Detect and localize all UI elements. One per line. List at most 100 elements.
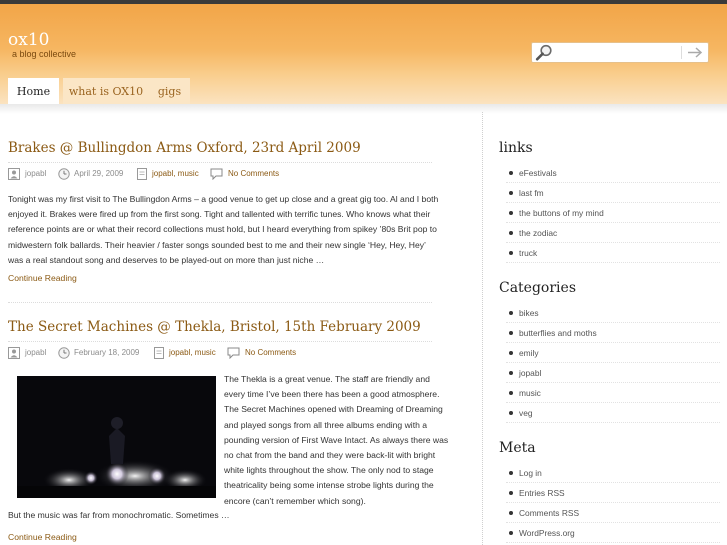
sidebar-category[interactable]: emily bbox=[506, 343, 720, 363]
sidebar-meta-link[interactable]: Entries RSS bbox=[506, 483, 720, 503]
sidebar-meta-label[interactable]: WordPress.org bbox=[519, 528, 575, 538]
sidebar-heading-links: links bbox=[499, 140, 533, 156]
post-excerpt-line: midwestern folk ballards. Their heavier … bbox=[8, 239, 426, 250]
post-meta: jopabl April 29, 2009 jopabl, music No C… bbox=[8, 168, 438, 180]
sidebar-link[interactable]: truck bbox=[506, 243, 720, 263]
post-excerpt-line: no chat from the band and they were back… bbox=[224, 450, 436, 461]
sidebar-category-label[interactable]: jopabl bbox=[519, 368, 541, 378]
tab-what-is-ox10[interactable]: what is OX10 bbox=[63, 78, 149, 106]
bullet-icon bbox=[509, 191, 513, 195]
sidebar-category[interactable]: jopabl bbox=[506, 363, 720, 383]
bullet-icon bbox=[509, 411, 513, 415]
post-excerpt-line: enjoyed it. Brakes were fired up from th… bbox=[8, 209, 431, 220]
post-excerpt-line: every time I’ve been there has been a go… bbox=[224, 389, 440, 400]
bullet-icon bbox=[509, 471, 513, 475]
post-title[interactable]: The Secret Machines @ Thekla, Bristol, 1… bbox=[8, 319, 421, 335]
post-separator bbox=[8, 302, 432, 303]
sidebar-heading-categories: Categories bbox=[499, 280, 576, 296]
continue-reading-link[interactable]: Continue Reading bbox=[8, 532, 77, 542]
site-tagline: a blog collective bbox=[12, 49, 77, 59]
folder-icon bbox=[137, 168, 147, 180]
post-excerpt-line: reference points are or what their recor… bbox=[8, 224, 437, 235]
comment-icon bbox=[210, 168, 223, 180]
sidebar-category-label[interactable]: butterflies and moths bbox=[519, 328, 597, 338]
tab-gigs[interactable]: gigs bbox=[149, 78, 190, 106]
sidebar-meta-label[interactable]: Comments RSS bbox=[519, 508, 579, 518]
bullet-icon bbox=[509, 491, 513, 495]
post-meta: jopabl February 18, 2009 jopabl, music N… bbox=[8, 347, 438, 359]
post-date: April 29, 2009 bbox=[74, 169, 124, 178]
bullet-icon bbox=[509, 251, 513, 255]
post-photo[interactable] bbox=[17, 376, 216, 498]
post-excerpt-line: The Secret Machines opened with Dreaming… bbox=[224, 404, 443, 415]
sidebar-meta-label[interactable]: Entries RSS bbox=[519, 488, 565, 498]
search-icon bbox=[535, 44, 552, 61]
arrow-right-icon[interactable] bbox=[686, 46, 704, 59]
post-excerpt-line: white lights throughout the show. The on… bbox=[224, 465, 434, 476]
post-excerpt-line: The Thekla is a great venue. The staff a… bbox=[224, 374, 430, 384]
sidebar-link[interactable]: the buttons of my mind bbox=[506, 203, 720, 223]
bullet-icon bbox=[509, 391, 513, 395]
bullet-icon bbox=[509, 311, 513, 315]
sidebar-link[interactable]: the zodiac bbox=[506, 223, 720, 243]
post-excerpt-tail: But the music was far from monochromatic… bbox=[8, 510, 230, 520]
post-date: February 18, 2009 bbox=[74, 348, 140, 357]
bullet-icon bbox=[509, 231, 513, 235]
sidebar-category[interactable]: veg bbox=[506, 403, 720, 423]
author-icon bbox=[8, 168, 20, 180]
folder-icon bbox=[154, 347, 164, 359]
bullet-icon bbox=[509, 511, 513, 515]
sidebar-category[interactable]: music bbox=[506, 383, 720, 403]
sidebar-link-label[interactable]: eFestivals bbox=[519, 168, 557, 178]
sidebar-link-label[interactable]: last fm bbox=[519, 188, 544, 198]
post-excerpt-line: and played songs from all three albums e… bbox=[224, 419, 428, 430]
header-shadow bbox=[0, 104, 727, 114]
sidebar-category-label[interactable]: veg bbox=[519, 408, 533, 418]
sidebar-link[interactable]: eFestivals bbox=[506, 163, 720, 183]
continue-reading-link[interactable]: Continue Reading bbox=[8, 273, 77, 283]
bullet-icon bbox=[509, 331, 513, 335]
post-title-rule bbox=[8, 341, 432, 342]
bullet-icon bbox=[509, 371, 513, 375]
sidebar-link-label[interactable]: the zodiac bbox=[519, 228, 557, 238]
search-box bbox=[531, 42, 709, 63]
sidebar-meta-link[interactable]: Comments RSS bbox=[506, 503, 720, 523]
sidebar-meta-link[interactable]: Log in bbox=[506, 463, 720, 483]
column-divider bbox=[482, 112, 483, 545]
post-excerpt-line: pounding version of First Wave Intact. A… bbox=[224, 434, 449, 445]
sidebar-link-label[interactable]: truck bbox=[519, 248, 537, 258]
post-comments[interactable]: No Comments bbox=[245, 348, 296, 357]
sidebar-category-label[interactable]: music bbox=[519, 388, 541, 398]
post-categories[interactable]: jopabl, music bbox=[169, 348, 216, 357]
sidebar-category[interactable]: bikes bbox=[506, 303, 720, 323]
author-icon bbox=[8, 347, 20, 359]
post-author[interactable]: jopabl bbox=[25, 348, 46, 357]
sidebar-category-label[interactable]: emily bbox=[519, 348, 539, 358]
sidebar-category[interactable]: butterflies and moths bbox=[506, 323, 720, 343]
comment-icon bbox=[227, 347, 240, 359]
sidebar-link[interactable]: last fm bbox=[506, 183, 720, 203]
bullet-icon bbox=[509, 211, 513, 215]
site-header: ox10 a blog collective Home what is OX10… bbox=[0, 4, 727, 108]
post-excerpt-line: Tonight was my first visit to The Bullin… bbox=[8, 194, 439, 204]
sidebar-link-label[interactable]: the buttons of my mind bbox=[519, 208, 604, 218]
bullet-icon bbox=[509, 351, 513, 355]
post-excerpt-line: encore (can’t remember which song). bbox=[224, 495, 366, 506]
sidebar-heading-meta: Meta bbox=[499, 440, 536, 456]
search-divider bbox=[681, 46, 682, 59]
sidebar-meta-label[interactable]: Log in bbox=[519, 468, 542, 478]
sidebar-meta-link[interactable]: WordPress.org bbox=[506, 523, 720, 543]
post-comments[interactable]: No Comments bbox=[228, 169, 279, 178]
post-excerpt: Tonight was my first visit to The Bullin… bbox=[8, 192, 474, 268]
site-title[interactable]: ox10 bbox=[8, 30, 49, 50]
post-categories[interactable]: jopabl, music bbox=[152, 169, 199, 178]
post-title[interactable]: Brakes @ Bullingdon Arms Oxford, 23rd Ap… bbox=[8, 140, 361, 156]
post-author[interactable]: jopabl bbox=[25, 169, 46, 178]
post-title-rule bbox=[8, 162, 432, 163]
post-excerpt: The Thekla is a great venue. The staff a… bbox=[224, 372, 469, 509]
sidebar-category-label[interactable]: bikes bbox=[519, 308, 539, 318]
concert-photo bbox=[17, 376, 216, 498]
search-input[interactable] bbox=[554, 44, 680, 59]
bullet-icon bbox=[509, 171, 513, 175]
post-excerpt-line: theatricality being some intense strobe … bbox=[224, 480, 434, 491]
